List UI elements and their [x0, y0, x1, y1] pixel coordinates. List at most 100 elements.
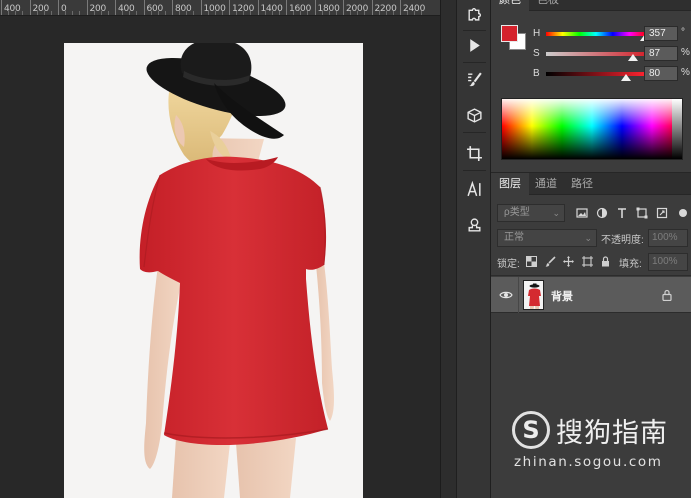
ruler-minor-mark: [293, 11, 295, 15]
ruler-major-mark: [143, 0, 145, 15]
canvas-area[interactable]: [0, 16, 440, 498]
layer-kind-filter[interactable]: ρ类型 ⌄: [497, 204, 565, 222]
brightness-slider-row: B 80 %: [531, 66, 691, 82]
type-layer-filter-icon[interactable]: [615, 206, 629, 220]
color-panel-tabs: 颜色 色板: [491, 0, 691, 11]
hue-unit: °: [681, 27, 685, 38]
layer-kind-filter-label: ρ类型: [504, 207, 530, 218]
play-icon[interactable]: [461, 32, 488, 59]
layer-row-separator: [518, 277, 519, 313]
saturation-label: S: [533, 48, 540, 59]
lock-transparent-pixels-icon[interactable]: [525, 255, 538, 268]
blend-mode-select[interactable]: 正常 ⌄: [497, 229, 597, 247]
ruler-minor-mark: [414, 11, 416, 15]
adjustment-layer-filter-icon[interactable]: [595, 206, 609, 220]
tool-separator: [463, 132, 486, 133]
ruler-minor-mark: [364, 11, 366, 15]
foreground-color-swatch[interactable]: [501, 25, 518, 42]
layer-name[interactable]: 背景: [551, 288, 573, 304]
ruler-major-mark: [286, 0, 287, 15]
ruler-minor-mark: [122, 11, 124, 15]
brightness-label: B: [533, 68, 540, 79]
tab-paths[interactable]: 路径: [563, 173, 601, 195]
crop-icon[interactable]: [461, 140, 488, 167]
ruler-major-mark: [172, 0, 173, 15]
brightness-unit: %: [681, 67, 690, 78]
ruler-minor-mark: [392, 11, 394, 15]
lock-image-pixels-icon[interactable]: [544, 255, 557, 268]
ruler-minor-mark: [100, 11, 102, 15]
fill-label: 填充:: [619, 259, 642, 270]
ruler-tick-label: 400: [4, 4, 21, 14]
tool-separator: [463, 30, 486, 31]
lock-all-icon[interactable]: [599, 255, 612, 268]
ruler-major-mark: [29, 0, 31, 15]
ruler-minor-mark: [43, 11, 45, 15]
ruler-tick-label: 200: [89, 4, 107, 14]
tab-layers[interactable]: 图层: [491, 173, 529, 195]
opacity-field[interactable]: 100%: [648, 229, 688, 247]
chevron-down-icon: ⌄: [552, 208, 560, 218]
ruler-minor-mark: [350, 11, 352, 15]
stamp-icon[interactable]: [461, 212, 488, 239]
color-spectrum[interactable]: [501, 98, 683, 160]
filter-toggle-icon[interactable]: [676, 206, 690, 220]
3d-cube-icon[interactable]: [461, 102, 488, 129]
ruler-minor-mark: [378, 11, 380, 15]
fill-field[interactable]: 100%: [648, 253, 688, 271]
ruler-tick-label: 400: [118, 4, 135, 14]
saturation-slider-handle[interactable]: [628, 54, 638, 61]
shape-layer-filter-icon[interactable]: [635, 206, 649, 220]
ruler-major-mark: [229, 0, 230, 15]
brush-settings-icon[interactable]: [461, 66, 488, 93]
ruler-minor-mark: [357, 11, 359, 15]
ruler-minor-mark: [335, 11, 337, 15]
blend-opacity-row: 正常 ⌄ 不透明度: 100%: [495, 228, 691, 248]
ruler-minor-mark: [22, 11, 24, 15]
ruler-minor-mark: [243, 11, 245, 15]
ruler-minor-mark: [421, 11, 423, 15]
tab-channels[interactable]: 通道: [527, 173, 565, 195]
tab-swatches[interactable]: 色板: [529, 0, 567, 11]
saturation-slider-row: S 87 %: [531, 46, 691, 62]
ruler-minor-mark: [136, 11, 138, 15]
lock-artboard-icon[interactable]: [581, 255, 594, 268]
brightness-slider-handle[interactable]: [621, 74, 631, 81]
ruler-minor-mark: [179, 11, 181, 15]
lock-position-icon[interactable]: [562, 255, 575, 268]
ruler-minor-mark: [193, 11, 195, 15]
spectrum-grayscale[interactable]: [672, 99, 682, 159]
ruler-minor-mark: [236, 11, 238, 15]
document-canvas[interactable]: [64, 43, 363, 498]
panel-icon-strip: [456, 0, 491, 498]
ruler-major-mark: [1, 0, 2, 15]
character-text-icon[interactable]: [461, 176, 488, 203]
hue-track[interactable]: [546, 32, 646, 36]
brightness-track[interactable]: [546, 72, 646, 76]
ruler-minor-mark: [328, 11, 330, 15]
eye-icon[interactable]: [499, 288, 513, 302]
brightness-value-field[interactable]: 80: [644, 66, 678, 81]
color-panel: 颜色 色板 H 357 ° S 87 % B 80 %: [491, 0, 691, 170]
tab-color[interactable]: 颜色: [491, 0, 529, 11]
watermark-url: zhinan.sogou.com: [514, 454, 663, 470]
ruler-minor-mark: [264, 11, 266, 15]
layer-row[interactable]: 背景: [491, 277, 691, 313]
canvas-scrollbar[interactable]: [440, 0, 456, 498]
ruler-minor-mark: [300, 11, 302, 15]
ruler-minor-mark: [8, 11, 10, 15]
ruler-minor-mark: [107, 11, 109, 15]
hue-label: H: [533, 28, 541, 39]
ruler-minor-mark: [129, 11, 131, 15]
ruler-minor-mark: [207, 11, 209, 15]
ruler-tick-label: 600: [146, 4, 164, 14]
saturation-value-field[interactable]: 87: [644, 46, 678, 61]
ruler-minor-mark: [79, 11, 81, 15]
watermark-brand: 搜狗指南: [556, 417, 668, 449]
hue-value-field[interactable]: 357: [644, 26, 678, 41]
puzzle-icon[interactable]: [461, 0, 488, 27]
ruler-major-mark: [400, 0, 401, 15]
pixel-layer-filter-icon[interactable]: [575, 206, 589, 220]
smart-object-filter-icon[interactable]: [655, 206, 669, 220]
layers-divider: [491, 275, 691, 276]
